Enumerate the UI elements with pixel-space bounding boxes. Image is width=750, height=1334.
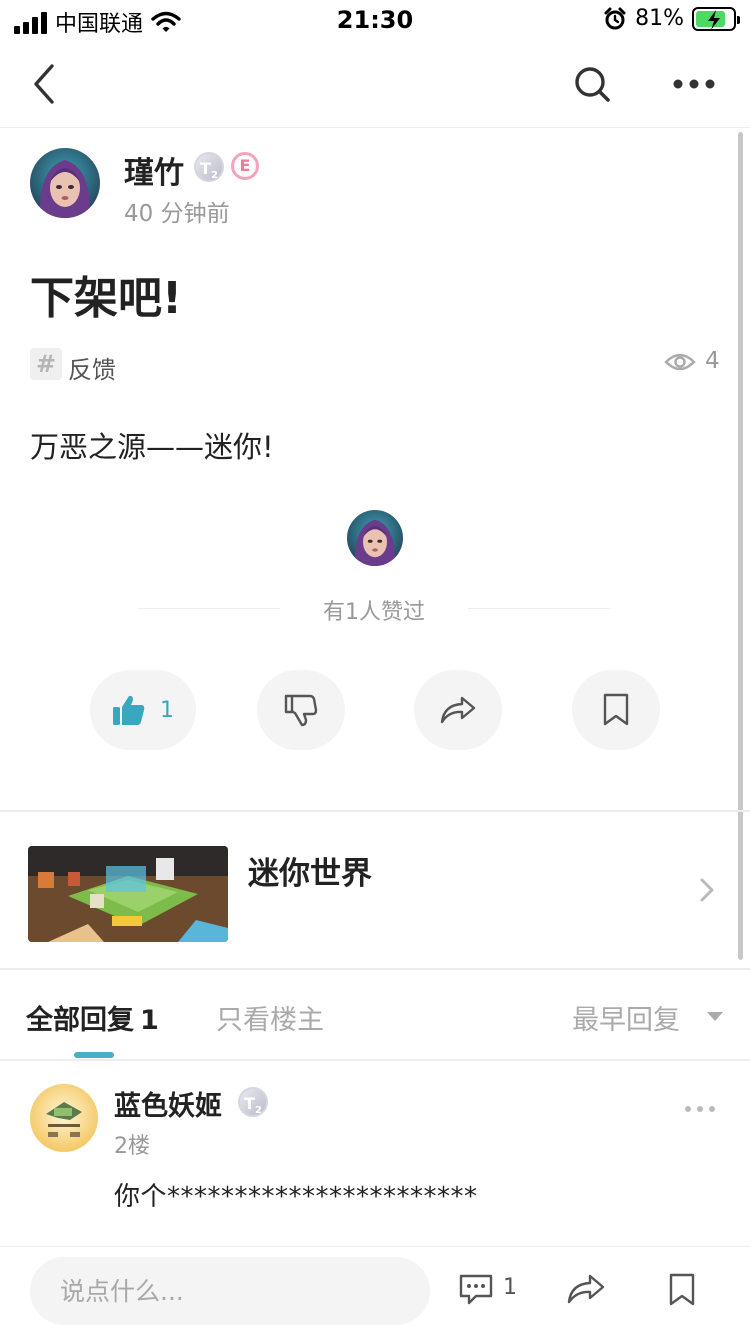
caret-down-icon[interactable] (707, 1012, 723, 1021)
level-badge: T2 (194, 152, 224, 182)
view-count: 4 (705, 348, 720, 374)
reply-author-name[interactable]: 蓝色妖姬 (114, 1084, 222, 1123)
dislike-button[interactable] (257, 670, 345, 750)
post-title: 下架吧! (30, 273, 183, 324)
hashtag-icon[interactable]: # (30, 348, 62, 380)
like-button[interactable]: 1 (90, 670, 196, 750)
section-divider (0, 1059, 750, 1061)
level-badge-number: 2 (210, 170, 218, 182)
alarm-icon (604, 7, 626, 29)
topic-tag[interactable]: 反馈 (68, 350, 116, 385)
status-bar: 中国联通 21:30 81% (0, 0, 750, 40)
liker-avatar[interactable] (347, 510, 403, 566)
level-badge-letter: T (200, 159, 211, 178)
bookmark-button[interactable] (572, 670, 660, 750)
active-tab-indicator (74, 1052, 114, 1058)
author-avatar[interactable] (30, 148, 100, 218)
bookmark-icon[interactable] (668, 1273, 696, 1307)
share-icon[interactable] (566, 1273, 606, 1305)
tab-all-label: 全部回复 (26, 1005, 134, 1036)
tab-owner-only[interactable]: 只看楼主 (216, 998, 324, 1037)
section-divider (0, 968, 750, 970)
game-card[interactable]: 迷你世界 (0, 812, 750, 968)
more-icon[interactable] (672, 64, 716, 104)
battery-charging-icon (692, 6, 740, 31)
like-count: 1 (160, 697, 174, 723)
reply-floor: 2楼 (114, 1134, 150, 1159)
level-badge-number: 2 (254, 1105, 262, 1117)
comment-icon[interactable] (458, 1273, 494, 1305)
status-right: 81% (603, 6, 740, 31)
divider-line (138, 608, 280, 609)
tab-all-count: 1 (140, 1005, 159, 1036)
chevron-right-icon[interactable] (698, 876, 716, 904)
back-icon[interactable] (28, 62, 64, 106)
bottom-bar: 1 (0, 1246, 750, 1334)
game-name[interactable]: 迷你世界 (248, 848, 372, 893)
nav-bar (0, 40, 750, 128)
game-thumbnail (28, 846, 228, 942)
post-time: 40 分钟前 (124, 201, 230, 227)
share-button[interactable] (414, 670, 502, 750)
bookmark-icon (603, 693, 629, 726)
author-name[interactable]: 瑾竹 (124, 148, 184, 192)
sort-dropdown[interactable]: 最早回复 (572, 998, 680, 1037)
reply-text: 你个*********************** (114, 1182, 478, 1212)
thumbs-down-icon (284, 694, 318, 727)
eye-icon (664, 353, 696, 371)
more-icon[interactable] (684, 1102, 716, 1116)
comment-input[interactable] (30, 1257, 430, 1325)
reply-avatar[interactable] (30, 1084, 98, 1152)
level-badge-letter: T (244, 1094, 255, 1113)
battery-percent: 81% (635, 6, 684, 31)
search-icon[interactable] (572, 64, 612, 104)
achievement-badge: E (231, 152, 259, 180)
level-badge: T2 (238, 1087, 268, 1117)
comment-count: 1 (503, 1275, 517, 1300)
likes-summary[interactable]: 有1人赞过 (280, 594, 468, 626)
divider-line (468, 608, 610, 609)
tab-all-replies[interactable]: 全部回复 1 (26, 998, 159, 1037)
thumbs-up-icon (113, 695, 145, 725)
post-body: 万恶之源——迷你! (30, 430, 274, 464)
share-icon (440, 696, 476, 724)
